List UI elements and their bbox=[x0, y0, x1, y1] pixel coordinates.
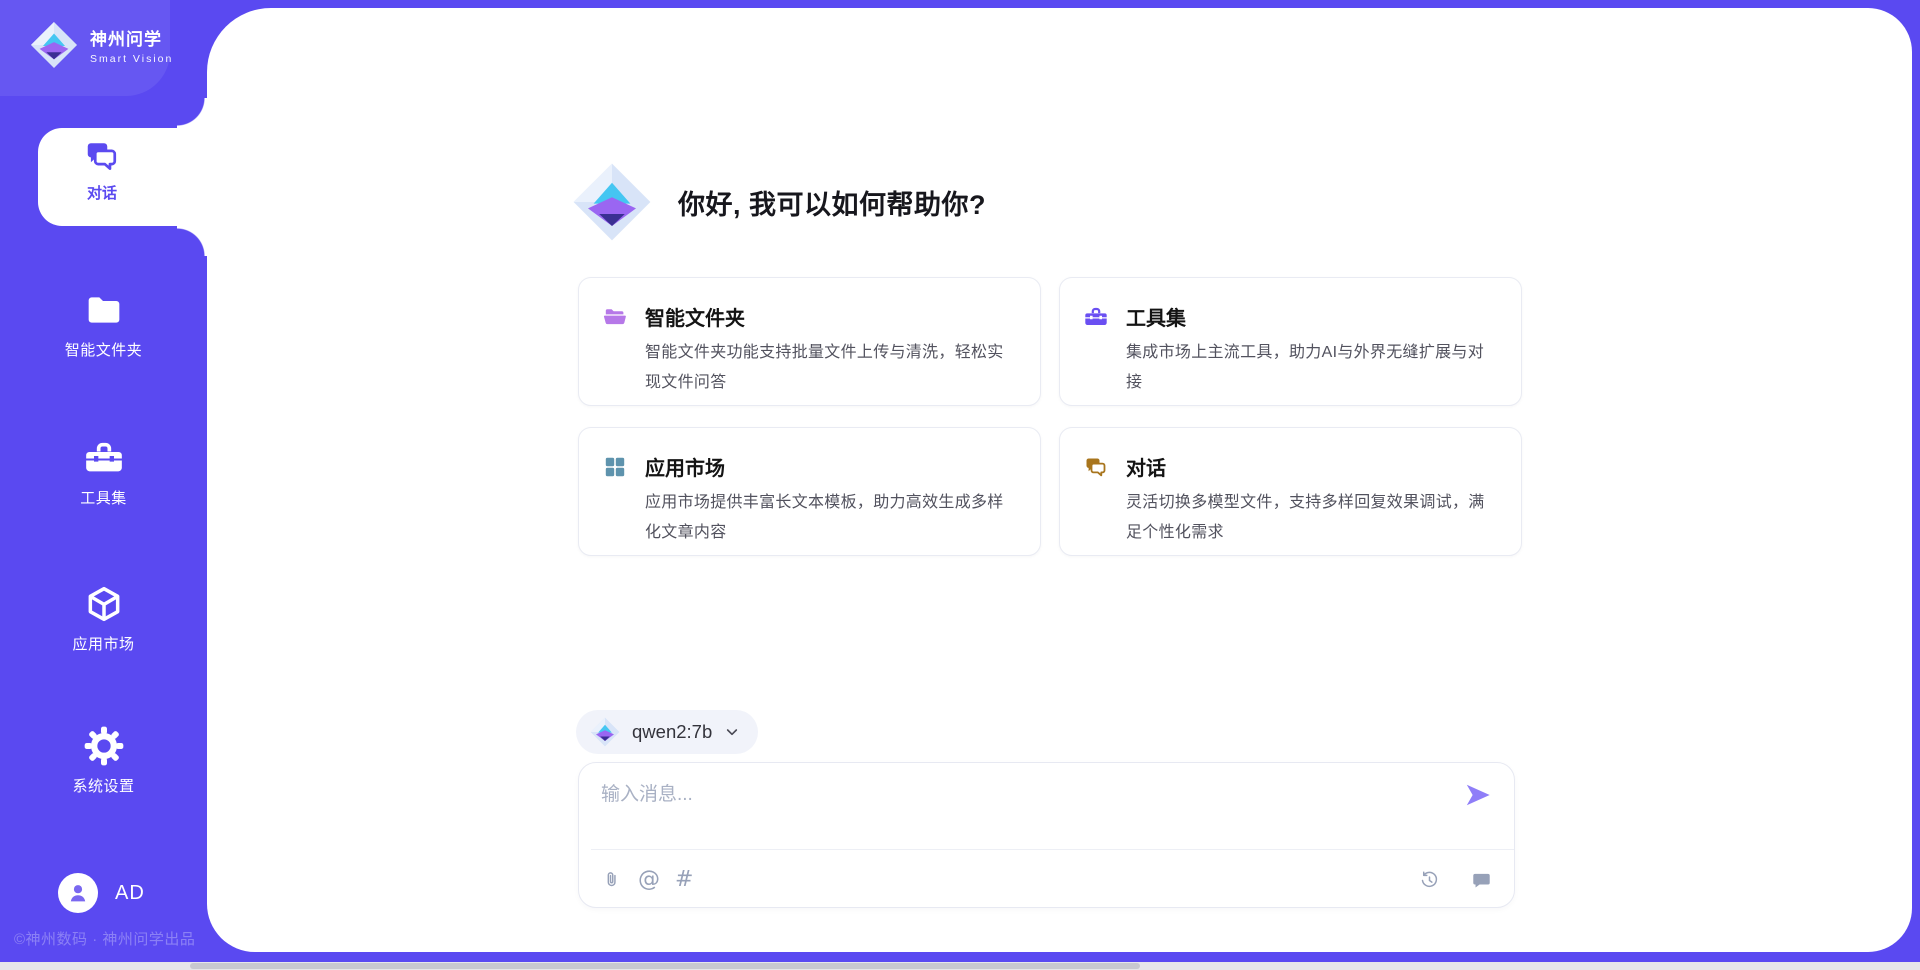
sidebar-item-label: 对话 bbox=[87, 182, 117, 203]
scrollbar-thumb[interactable] bbox=[190, 963, 1140, 969]
sidebar-item-settings[interactable]: 系统设置 bbox=[0, 726, 207, 796]
card-chat[interactable]: 对话 灵活切换多模型文件，支持多样回复效果调试，满足个性化需求 bbox=[1059, 427, 1522, 556]
card-title: 智能文件夹 bbox=[645, 302, 745, 331]
copyright-text: ©神州数码 · 神州问学出品 bbox=[14, 928, 195, 949]
active-tab-filet-bottom bbox=[177, 226, 207, 256]
card-header: 工具集 bbox=[1084, 302, 1497, 331]
sidebar-item-chat[interactable]: 对话 bbox=[38, 138, 210, 218]
card-header: 智能文件夹 bbox=[603, 302, 1016, 331]
folder-icon bbox=[84, 290, 124, 330]
mention-button[interactable]: @ bbox=[638, 869, 660, 891]
composer-right-tools bbox=[1419, 870, 1492, 891]
sidebar-item-smart-folder[interactable]: 智能文件夹 bbox=[0, 290, 207, 360]
card-toolset[interactable]: 工具集 集成市场上主流工具，助力AI与外界无缝扩展与对接 bbox=[1059, 277, 1522, 406]
composer-toolbar: @ # bbox=[601, 855, 1492, 905]
chat-bubble-icon bbox=[1471, 870, 1492, 891]
hashtag-button[interactable]: # bbox=[675, 869, 693, 891]
user-account[interactable]: AD bbox=[58, 873, 145, 913]
sidebar: 神州问学 Smart Vision 对话 智能文件夹 工具集 应用市场 系统设置… bbox=[0, 0, 207, 970]
card-description: 灵活切换多模型文件，支持多样回复效果调试，满足个性化需求 bbox=[1126, 488, 1497, 548]
horizontal-scrollbar[interactable] bbox=[0, 962, 1920, 970]
chat-bubbles-icon bbox=[1084, 455, 1108, 479]
brand-name: 神州问学 bbox=[90, 25, 173, 50]
sidebar-item-toolset[interactable]: 工具集 bbox=[0, 438, 207, 508]
brand-text: 神州问学 Smart Vision bbox=[90, 25, 173, 65]
hash-icon: # bbox=[675, 869, 693, 891]
grid-squares-icon bbox=[603, 455, 627, 479]
card-title: 对话 bbox=[1126, 452, 1166, 481]
at-icon: @ bbox=[638, 869, 660, 891]
send-button[interactable] bbox=[1464, 781, 1492, 809]
card-description: 应用市场提供丰富长文本模板，助力高效生成多样化文章内容 bbox=[645, 488, 1016, 548]
message-input[interactable] bbox=[601, 779, 1421, 841]
brand-gem-icon bbox=[30, 20, 78, 70]
greeting-gem-icon bbox=[572, 160, 652, 244]
user-initials: AD bbox=[115, 882, 145, 905]
attach-file-button[interactable] bbox=[601, 869, 623, 891]
message-composer: @ # bbox=[578, 762, 1515, 908]
send-arrow-icon bbox=[1464, 781, 1492, 809]
briefcase-icon bbox=[1084, 305, 1108, 329]
feature-cards: 智能文件夹 智能文件夹功能支持批量文件上传与清洗，轻松实现文件问答 工具集 集成… bbox=[578, 277, 1522, 556]
greeting-block: 你好, 我可以如何帮助你? bbox=[572, 160, 986, 244]
card-title: 工具集 bbox=[1126, 302, 1186, 331]
card-app-market[interactable]: 应用市场 应用市场提供丰富长文本模板，助力高效生成多样化文章内容 bbox=[578, 427, 1041, 556]
greeting-text: 你好, 我可以如何帮助你? bbox=[678, 183, 986, 222]
chat-bubbles-icon bbox=[84, 138, 120, 174]
composer-divider bbox=[591, 849, 1514, 850]
paperclip-icon bbox=[601, 869, 623, 891]
model-gem-icon bbox=[590, 716, 620, 748]
sidebar-item-label: 智能文件夹 bbox=[65, 339, 143, 360]
model-selector[interactable]: qwen2:7b bbox=[576, 710, 758, 754]
main-panel: 你好, 我可以如何帮助你? 智能文件夹 智能文件夹功能支持批量文件上传与清洗，轻… bbox=[207, 8, 1912, 952]
sidebar-item-label: 系统设置 bbox=[72, 775, 134, 796]
card-header: 应用市场 bbox=[603, 452, 1016, 481]
card-title: 应用市场 bbox=[645, 452, 725, 481]
card-description: 集成市场上主流工具，助力AI与外界无缝扩展与对接 bbox=[1126, 338, 1497, 398]
gear-icon bbox=[84, 726, 124, 766]
card-description: 智能文件夹功能支持批量文件上传与清洗，轻松实现文件问答 bbox=[645, 338, 1016, 398]
sidebar-item-label: 工具集 bbox=[80, 487, 127, 508]
sidebar-item-label: 应用市场 bbox=[72, 633, 134, 654]
card-header: 对话 bbox=[1084, 452, 1497, 481]
person-icon bbox=[66, 881, 90, 905]
history-button[interactable] bbox=[1419, 870, 1440, 891]
briefcase-icon bbox=[84, 438, 124, 478]
brand-subtitle: Smart Vision bbox=[90, 53, 173, 65]
model-name: qwen2:7b bbox=[632, 721, 712, 743]
avatar bbox=[58, 873, 98, 913]
brand-logo: 神州问学 Smart Vision bbox=[30, 20, 173, 70]
active-tab-filet-top bbox=[177, 98, 207, 128]
card-smart-folder[interactable]: 智能文件夹 智能文件夹功能支持批量文件上传与清洗，轻松实现文件问答 bbox=[578, 277, 1041, 406]
new-chat-button[interactable] bbox=[1471, 870, 1492, 891]
sidebar-item-app-market[interactable]: 应用市场 bbox=[0, 584, 207, 654]
chevron-down-icon bbox=[724, 724, 740, 740]
clock-history-icon bbox=[1419, 870, 1440, 891]
open-folder-icon bbox=[603, 305, 627, 329]
cube-icon bbox=[84, 584, 124, 624]
